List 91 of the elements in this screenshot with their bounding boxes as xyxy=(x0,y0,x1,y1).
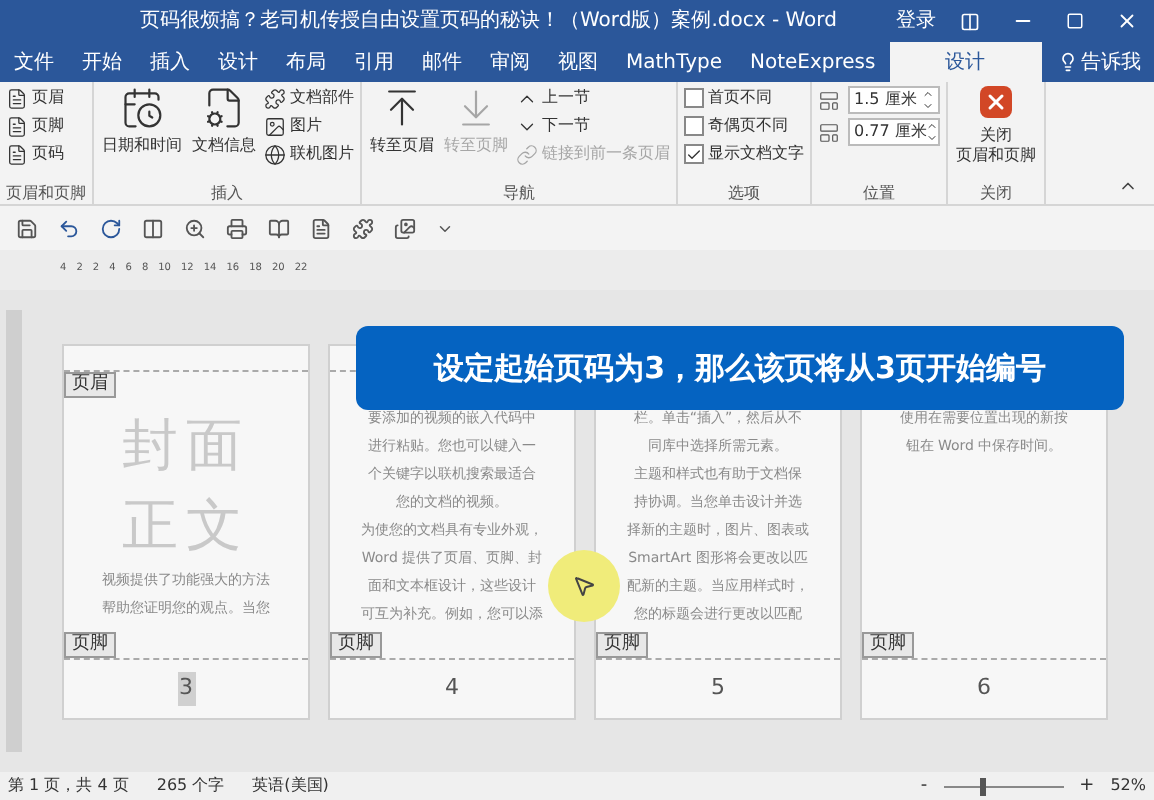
ribbon-small-button[interactable]: 下一节 xyxy=(516,114,670,138)
ribbon-tab[interactable]: 引用 xyxy=(340,42,408,82)
footer-tag: 页脚 xyxy=(330,632,382,658)
ribbon-tab[interactable]: 设计 xyxy=(204,42,272,82)
ribbon-tab[interactable]: 邮件 xyxy=(408,42,476,82)
images-icon[interactable] xyxy=(394,217,416,239)
footer-tag: 页脚 xyxy=(862,632,914,658)
puzzle-icon xyxy=(264,87,286,109)
ribbon-small-button[interactable]: 页码 xyxy=(6,142,64,166)
page-number: 5 xyxy=(711,672,725,705)
spin-down-icon xyxy=(926,132,939,144)
page-icon xyxy=(6,143,28,165)
ribbon-tab[interactable]: 审阅 xyxy=(476,42,544,82)
calendar-clock-icon xyxy=(120,86,164,130)
ribbon-tab[interactable]: 视图 xyxy=(544,42,612,82)
group-label: 导航 xyxy=(501,182,537,204)
ribbon-small-button[interactable]: 联机图片 xyxy=(264,142,354,166)
ribbon-tab[interactable]: 布局 xyxy=(272,42,340,82)
book-icon[interactable] xyxy=(268,217,290,239)
ribbon-tab[interactable]: 开始 xyxy=(68,42,136,82)
undo-icon[interactable] xyxy=(58,217,80,239)
page-icon xyxy=(6,115,28,137)
globe-icon xyxy=(264,143,286,165)
option-checkbox[interactable]: 首页不同 xyxy=(684,86,804,110)
puzzle-icon[interactable] xyxy=(352,217,374,239)
word-count: 265 个字 xyxy=(156,774,225,798)
option-checkbox[interactable]: 奇偶页不同 xyxy=(684,114,804,138)
columns-icon[interactable] xyxy=(142,217,164,239)
margin-icon xyxy=(818,89,840,111)
ribbon-small-button[interactable]: 上一节 xyxy=(516,86,670,110)
printer-icon[interactable] xyxy=(226,217,248,239)
spin-down-icon xyxy=(922,100,934,112)
ribbon-button[interactable]: 文档信息 xyxy=(190,86,258,158)
spin-field[interactable]: 1.5 厘米 xyxy=(848,86,940,114)
checkbox-label: 首页不同 xyxy=(708,86,772,110)
ribbon-tab[interactable]: MathType xyxy=(612,42,736,82)
ribbon-tab[interactable]: 插入 xyxy=(136,42,204,82)
tell-me-button[interactable]: 告诉我 xyxy=(1041,42,1154,82)
page-icon xyxy=(6,87,28,109)
group-label: 选项 xyxy=(726,182,762,204)
document-gear-icon xyxy=(202,86,246,130)
sign-in-link[interactable]: 登录 xyxy=(896,6,936,36)
document-icon[interactable] xyxy=(310,217,332,239)
zoom-icon[interactable] xyxy=(184,217,206,239)
spin-up-icon xyxy=(922,88,934,100)
ribbon-button[interactable]: 日期和时间 xyxy=(100,86,184,158)
close-icon[interactable] xyxy=(1116,10,1138,32)
checkbox[interactable] xyxy=(684,88,704,108)
ribbon-button[interactable]: 转至页眉 xyxy=(368,86,436,158)
language: 英语(美国) xyxy=(252,774,329,798)
group-label: 插入 xyxy=(209,182,245,204)
page-number: 6 xyxy=(977,672,991,705)
zoom-percent: 52% xyxy=(1110,774,1146,798)
zoom-thumb[interactable] xyxy=(979,777,986,795)
ribbon-small-button[interactable]: 页脚 xyxy=(6,114,64,138)
checkbox-label: 奇偶页不同 xyxy=(708,114,788,138)
footer-tag: 页脚 xyxy=(64,632,116,658)
image-icon xyxy=(264,115,286,137)
ribbon-tab[interactable]: NoteExpress xyxy=(735,42,890,82)
link-icon xyxy=(516,143,538,165)
option-checkbox[interactable]: 显示文档文字 xyxy=(684,142,804,166)
window-title: 页码很烦搞？老司机传授自由设置页码的秘诀！（Word版）案例.docx - Word xyxy=(140,7,837,36)
zoom-in-button[interactable]: + xyxy=(1079,776,1095,796)
lightbulb-icon xyxy=(1057,52,1078,72)
maximize-icon[interactable] xyxy=(1066,12,1084,30)
spin-up-icon xyxy=(926,120,939,132)
zoom-out-button[interactable]: - xyxy=(920,776,928,796)
header-tag: 页眉 xyxy=(64,372,116,398)
ribbon-tab[interactable]: 设计 xyxy=(889,42,1042,82)
save-icon[interactable] xyxy=(16,217,38,239)
redo-icon[interactable] xyxy=(100,217,122,239)
page-number: 4 xyxy=(445,672,459,705)
ribbon-small-button[interactable]: 图片 xyxy=(264,114,354,138)
ribbon-small-button[interactable]: 页眉 xyxy=(6,86,64,110)
page-number: 3 xyxy=(177,672,195,706)
ribbon-tab[interactable]: 文件 xyxy=(0,42,68,82)
mouse-pointer-icon xyxy=(572,574,596,598)
callout-banner: 设定起始页码为3，那么该页将从3页开始编号 xyxy=(356,326,1124,410)
group-label: 页眉和页脚 xyxy=(6,182,86,204)
checkbox-label: 显示文档文字 xyxy=(708,142,804,166)
ribbon-small-button[interactable]: 文档部件 xyxy=(264,86,354,110)
footer-tag: 页脚 xyxy=(596,632,648,658)
ribbon-options-icon[interactable] xyxy=(960,11,980,31)
close-header-footer-button[interactable]: 关闭 页眉和页脚 xyxy=(954,86,1038,166)
group-label: 位置 xyxy=(861,182,897,204)
group-label: 关闭 xyxy=(978,182,1014,204)
page-count: 第 1 页，共 4 页 xyxy=(8,774,129,798)
checkbox[interactable] xyxy=(684,144,704,164)
margin-icon xyxy=(818,121,840,143)
checkbox[interactable] xyxy=(684,116,704,136)
spin-field[interactable]: 0.77 厘米 xyxy=(848,118,940,146)
